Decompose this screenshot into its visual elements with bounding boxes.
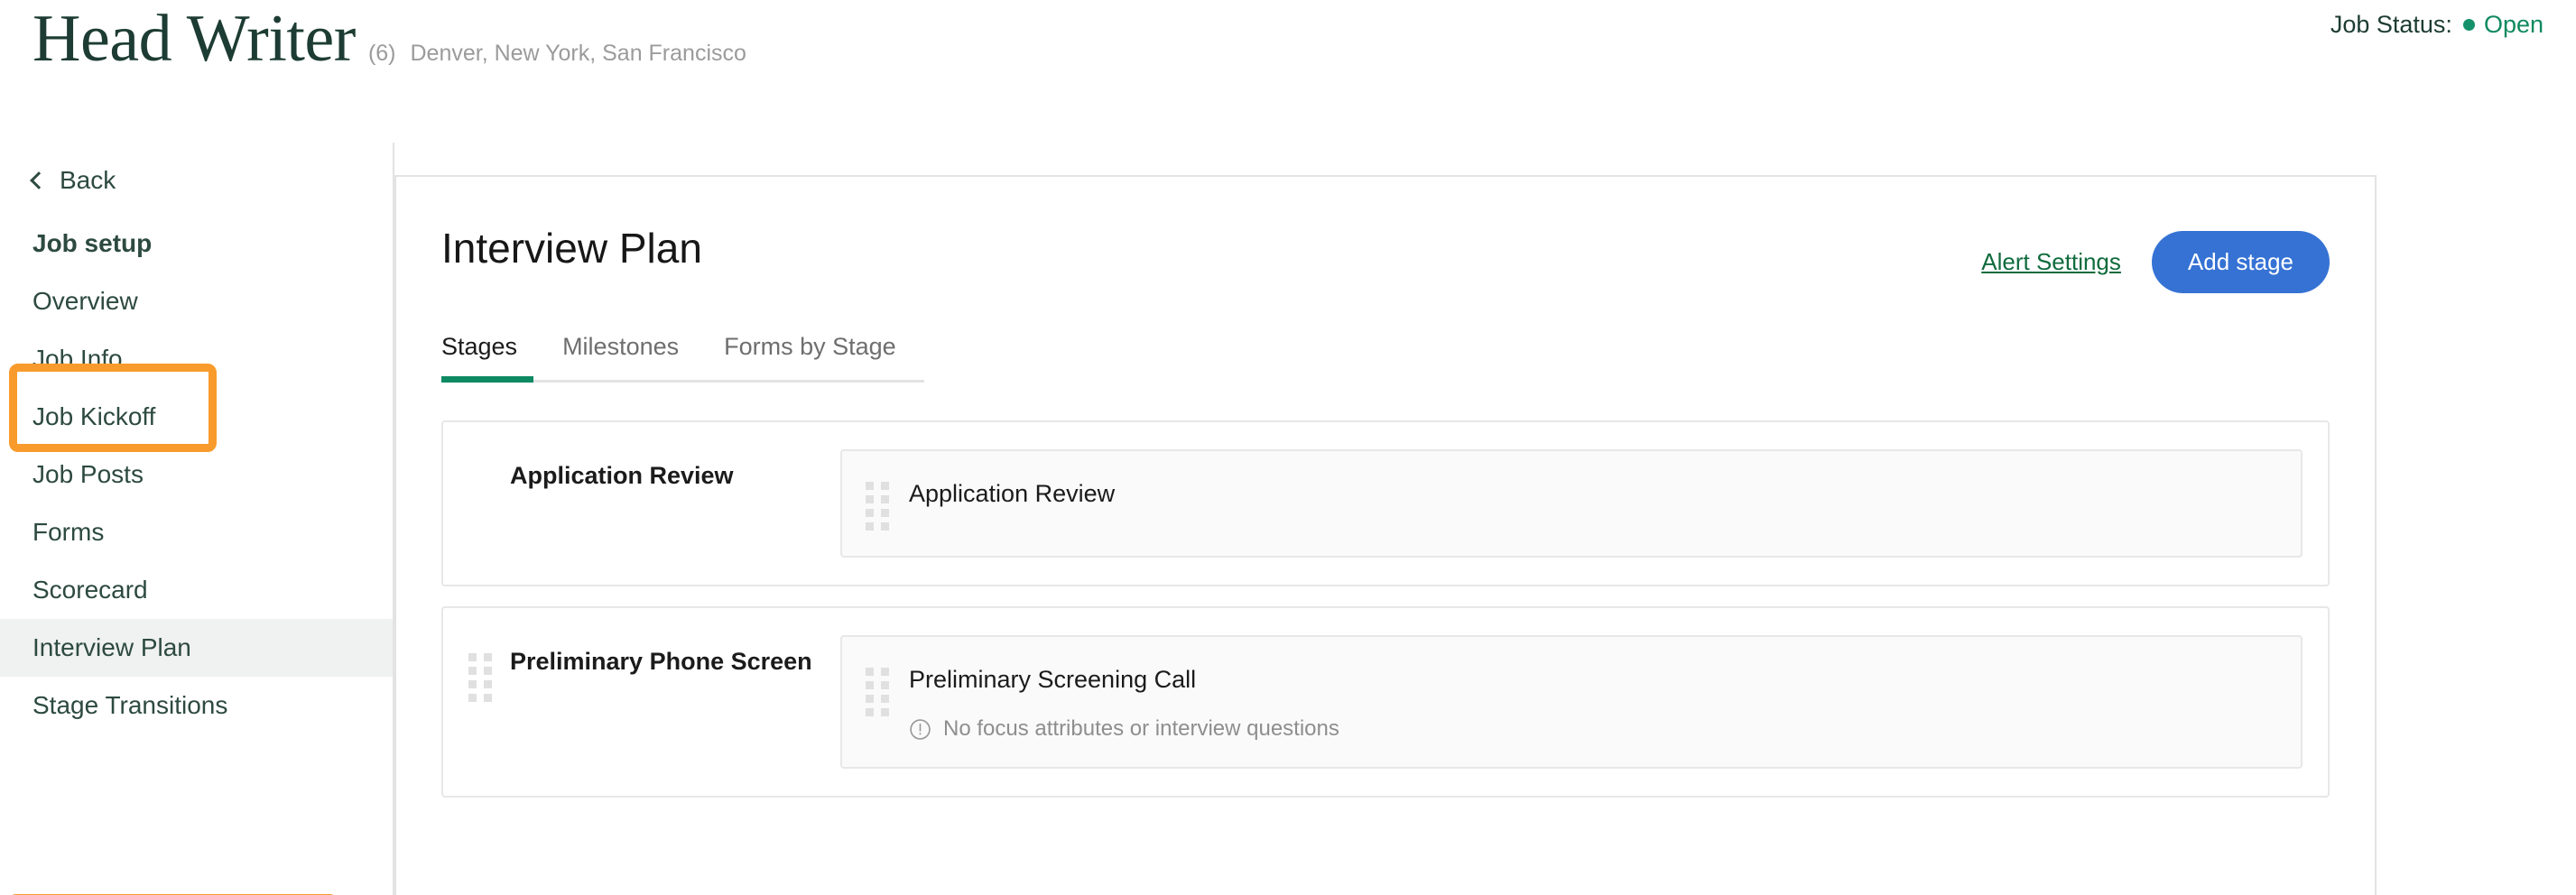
- tab-label: Milestones: [562, 333, 679, 360]
- sidebar: Back Job setup Overview Job Info Job Kic…: [0, 143, 394, 895]
- panel-header: Interview Plan Alert Settings Add stage: [441, 224, 2330, 293]
- interview-warning: No focus attributes or interview questio…: [909, 716, 1339, 742]
- sidebar-item-label: Stage Transitions: [32, 691, 227, 719]
- sidebar-item-job-posts[interactable]: Job Posts: [0, 446, 393, 503]
- page-header: Head Writer (6) Denver, New York, San Fr…: [0, 0, 2576, 143]
- interview-item[interactable]: Application Review: [840, 449, 2303, 558]
- drag-handle-icon[interactable]: [468, 653, 492, 702]
- stage-header: Preliminary Phone Screen: [443, 635, 840, 769]
- sidebar-item-label: Interview Plan: [32, 633, 191, 661]
- interview-name: Application Review: [909, 478, 1115, 509]
- drag-handle-icon[interactable]: [866, 482, 889, 531]
- interview-name: Preliminary Screening Call: [909, 664, 1339, 695]
- back-link[interactable]: Back: [0, 159, 393, 202]
- exclamation-circle-icon: [909, 718, 931, 741]
- job-status-value: Open: [2484, 11, 2544, 39]
- job-title-block: Head Writer (6) Denver, New York, San Fr…: [32, 0, 746, 78]
- add-stage-button[interactable]: Add stage: [2152, 231, 2330, 293]
- sidebar-item-job-kickoff[interactable]: Job Kickoff: [0, 388, 393, 446]
- status-dot-icon: [2463, 19, 2475, 31]
- sidebar-item-overview[interactable]: Overview: [0, 272, 393, 330]
- job-status-label: Job Status:: [2330, 11, 2452, 39]
- interview-body: Preliminary Screening Call No focus attr…: [909, 662, 1339, 742]
- job-locations: Denver, New York, San Francisco: [411, 41, 746, 67]
- sidebar-item-scorecard[interactable]: Scorecard: [0, 561, 393, 619]
- sidebar-item-label: Job Posts: [32, 460, 144, 488]
- stage-list: Application Review Application Review: [441, 420, 2330, 798]
- stage-card[interactable]: Application Review Application Review: [441, 420, 2330, 586]
- drag-handle-icon[interactable]: [866, 668, 889, 716]
- tab-stages[interactable]: Stages: [441, 333, 517, 383]
- alert-settings-link[interactable]: Alert Settings: [1981, 248, 2121, 276]
- sidebar-item-stage-transitions[interactable]: Stage Transitions: [0, 677, 393, 734]
- stage-header: Application Review: [443, 449, 840, 558]
- interview-warning-text: No focus attributes or interview questio…: [943, 716, 1339, 742]
- stage-interviews: Application Review: [840, 449, 2328, 558]
- stage-interviews: Preliminary Screening Call No focus attr…: [840, 635, 2328, 769]
- stage-name: Preliminary Phone Screen: [510, 646, 812, 677]
- panel-actions: Alert Settings Add stage: [1981, 224, 2330, 293]
- sidebar-item-interview-plan[interactable]: Interview Plan: [0, 619, 393, 677]
- sidebar-item-label: Job setup: [32, 229, 152, 257]
- interview-item[interactable]: Preliminary Screening Call No focus attr…: [840, 635, 2303, 769]
- sidebar-nav: Job setup Overview Job Info Job Kickoff …: [0, 215, 393, 734]
- sidebar-item-forms[interactable]: Forms: [0, 503, 393, 561]
- tab-active-indicator: [441, 376, 533, 383]
- panel-title: Interview Plan: [441, 224, 702, 272]
- stage-name: Application Review: [510, 460, 734, 491]
- sidebar-item-label: Job Info: [32, 345, 123, 373]
- tab-milestones[interactable]: Milestones: [562, 333, 679, 383]
- sidebar-item-job-setup[interactable]: Job setup: [0, 215, 393, 272]
- tab-bar: Stages Milestones Forms by Stage: [441, 333, 924, 383]
- sidebar-item-label: Overview: [32, 287, 138, 315]
- stage-card[interactable]: Preliminary Phone Screen Preliminary Scr…: [441, 606, 2330, 798]
- sidebar-item-label: Job Kickoff: [32, 402, 155, 430]
- tab-forms-by-stage[interactable]: Forms by Stage: [724, 333, 896, 383]
- sidebar-item-label: Scorecard: [32, 576, 148, 604]
- interview-plan-panel: Interview Plan Alert Settings Add stage …: [394, 175, 2377, 895]
- main-area: Interview Plan Alert Settings Add stage …: [394, 143, 2576, 895]
- sidebar-item-label: Forms: [32, 518, 104, 546]
- sidebar-item-job-info[interactable]: Job Info: [0, 330, 393, 388]
- tab-label: Forms by Stage: [724, 333, 896, 360]
- body-wrap: Back Job setup Overview Job Info Job Kic…: [0, 143, 2576, 895]
- page-title: Head Writer: [32, 0, 356, 78]
- interview-body: Application Review: [909, 476, 1115, 509]
- back-label: Back: [60, 166, 116, 195]
- tab-label: Stages: [441, 333, 517, 360]
- job-count: (6): [368, 41, 396, 67]
- chevron-left-icon: [30, 171, 48, 189]
- job-status: Job Status: Open: [2330, 11, 2544, 39]
